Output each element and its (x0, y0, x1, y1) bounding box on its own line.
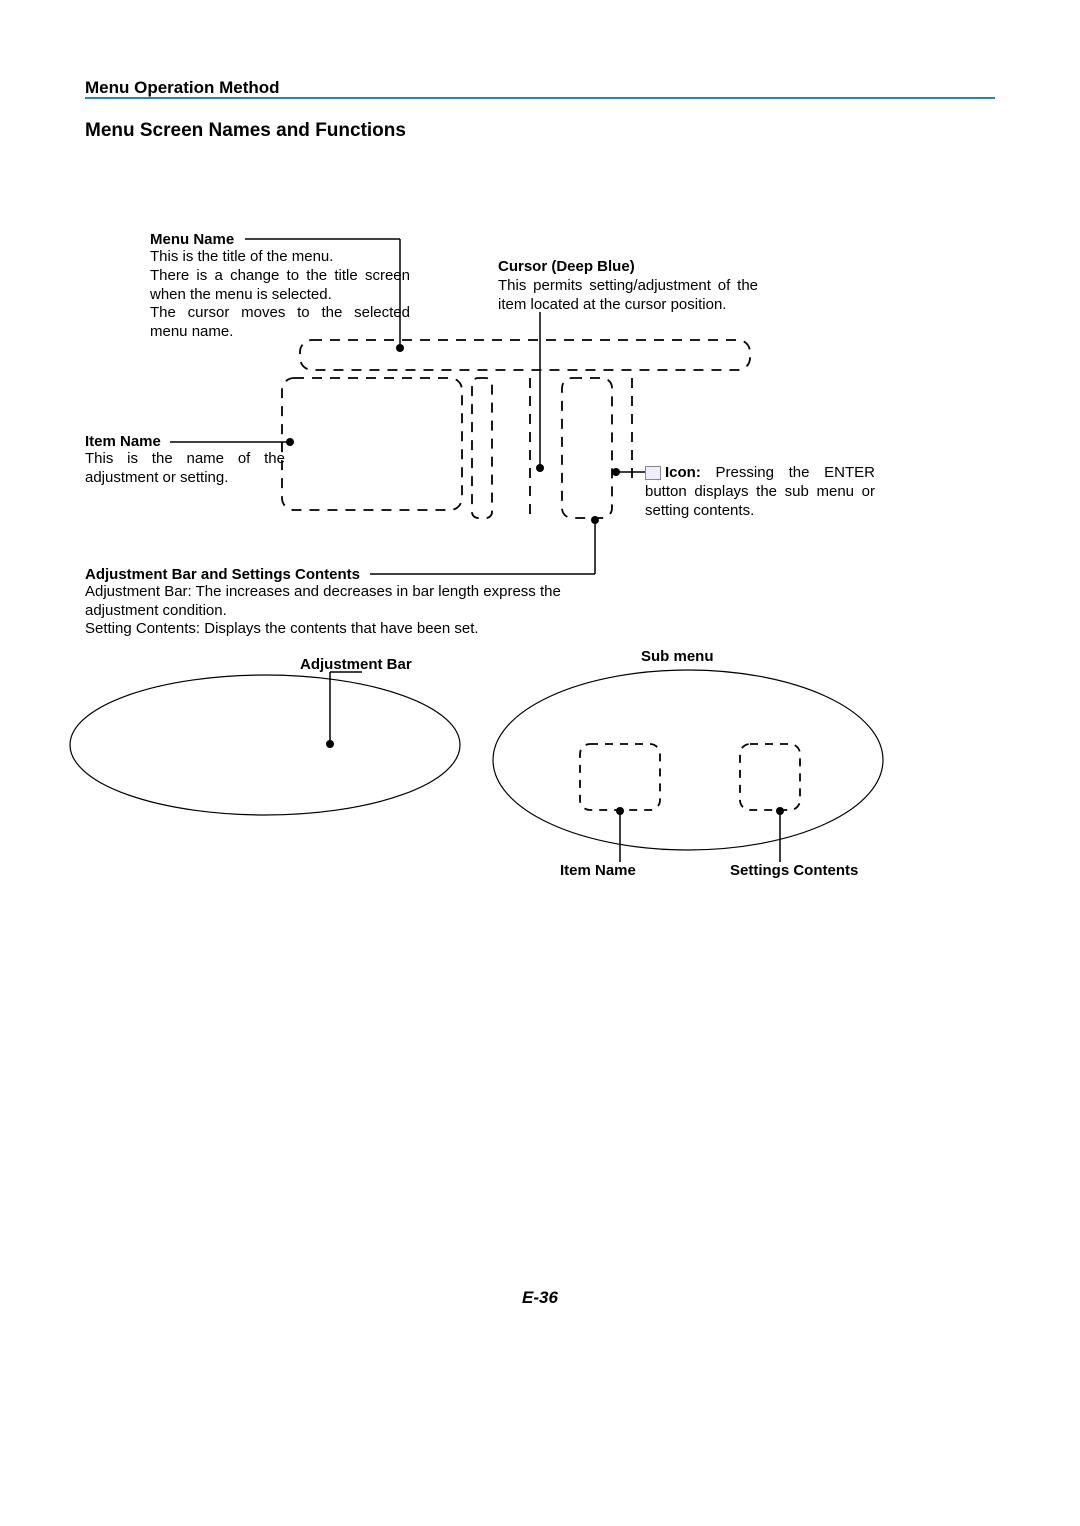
header-title: Menu Operation Method (85, 78, 280, 97)
page-header: Menu Operation Method (85, 78, 995, 98)
settings-contents-label: Settings Contents (730, 862, 858, 881)
sub-menu-label: Sub menu (641, 648, 714, 667)
adjustment-bar-label: Adjustment Bar (300, 656, 412, 675)
page: Menu Operation Method Menu Screen Names … (0, 0, 1080, 1526)
enter-icon (645, 466, 661, 480)
icon-label: Icon: (665, 464, 701, 481)
menu-name-block: Menu Name (150, 231, 410, 250)
adj-bar-section: Adjustment Bar and Settings Contents (85, 566, 615, 585)
header-rule (85, 97, 995, 99)
cursor-block: Cursor (Deep Blue) This permits setting/… (498, 258, 758, 314)
item-name-body: This is the name of the adjustment or se… (85, 450, 285, 488)
menu-name-title: Menu Name (150, 231, 234, 248)
cursor-body: This permits setting/adjustment of the i… (498, 277, 758, 315)
item-name-title: Item Name (85, 433, 161, 450)
adj-bar-line1: Adjustment Bar: The increases and decrea… (85, 583, 615, 621)
item-name-block: Item Name (85, 433, 285, 452)
icon-block: Icon: Pressing the ENTER button displays… (645, 464, 875, 520)
menu-name-body: This is the title of the menu. There is … (150, 248, 410, 342)
page-number: E-36 (0, 1288, 1080, 1308)
section-title: Menu Screen Names and Functions (85, 120, 406, 142)
adj-bar-line2: Setting Contents: Displays the contents … (85, 620, 615, 639)
cursor-title: Cursor (Deep Blue) (498, 258, 758, 277)
adj-bar-title: Adjustment Bar and Settings Contents (85, 566, 360, 583)
item-name-small-label: Item Name (560, 862, 636, 881)
